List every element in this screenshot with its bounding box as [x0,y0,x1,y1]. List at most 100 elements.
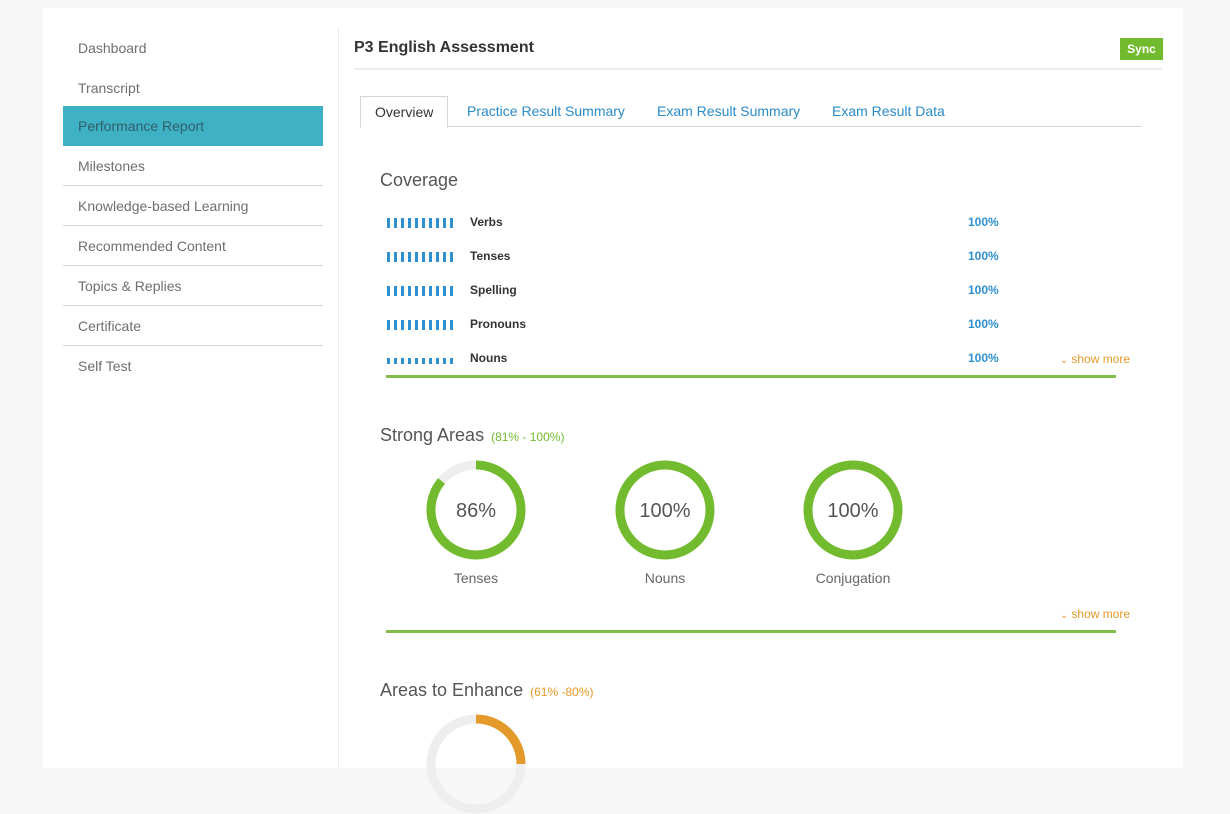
tab-overview[interactable]: Overview [360,96,449,128]
coverage-bar-tick [394,320,397,330]
coverage-bar-tick [401,320,404,330]
enhance-ring [426,714,526,814]
coverage-topic-name: Verbs [470,215,503,229]
coverage-bar-tick [436,286,439,296]
coverage-topic-name: Nouns [470,351,508,365]
coverage-bar-tick [436,218,439,228]
strong-area-ring-item: 100% Nouns [610,460,720,586]
coverage-row: Nouns 100% [387,351,1007,371]
coverage-bar-tick [450,252,453,262]
coverage-topic-percent: 100% [968,215,999,229]
coverage-bar-tick [401,218,404,228]
coverage-bar-tick [401,358,404,364]
coverage-title: Coverage [380,170,459,190]
tab-practice-result-summary[interactable]: Practice Result Summary [467,96,625,127]
ring-progress [475,714,526,765]
ring-label: Tenses [453,570,499,586]
strong-areas-show-more[interactable]: ⌄ show more [1060,607,1130,621]
strong-area-ring-item: 86% Tenses [421,460,531,586]
show-more-label: show more [1071,607,1131,621]
coverage-row: Verbs 100% [387,215,1007,235]
coverage-bar-tick [443,252,446,262]
sidebar-item-transcript[interactable]: Transcript [63,68,323,106]
sidebar-item-knowledge-based-learning[interactable]: Knowledge-based Learning [63,186,323,226]
page-title: P3 English Assessment [354,39,534,56]
coverage-bar-tick [394,286,397,296]
strong-areas-heading: Strong Areas [380,425,485,445]
enhance-areas-heading: Areas to Enhance [380,680,524,700]
coverage-bar-tick [429,218,432,228]
show-more-label: show more [1071,352,1131,366]
coverage-show-more[interactable]: ⌄ show more [1060,352,1130,366]
coverage-bar-tick [436,252,439,262]
sidebar-item-topics-replies[interactable]: Topics & Replies [63,266,323,306]
strong-areas-range: (81% - 100%) [491,430,565,444]
title-divider [354,68,1162,70]
strong-areas-divider [386,630,1116,633]
coverage-bar-icon [387,354,457,364]
coverage-bar-tick [422,358,425,364]
strong-areas-title: Strong Areas (81% - 100%) [380,425,564,446]
tab-exam-result-data[interactable]: Exam Result Data [832,96,945,127]
coverage-bar-tick [408,252,411,262]
sidebar-nav: Dashboard Transcript Performance Report … [63,28,323,386]
coverage-bar-tick [408,358,411,364]
strong-area-ring-item: 100% Conjugation [798,460,908,586]
coverage-bar-tick [436,358,439,364]
coverage-bar-tick [429,358,432,364]
sync-button[interactable]: Sync [1120,38,1163,60]
coverage-bar-tick [394,358,397,364]
tab-bar: Overview Practice Result Summary Exam Re… [360,96,1142,128]
coverage-topic-percent: 100% [968,317,999,331]
coverage-bar-tick [429,286,432,296]
sidebar-item-recommended-content[interactable]: Recommended Content [63,226,323,266]
coverage-bar-tick [401,286,404,296]
coverage-topic-name: Spelling [470,283,517,297]
coverage-bar-tick [415,218,418,228]
sidebar-item-certificate[interactable]: Certificate [63,306,323,346]
coverage-bar-tick [422,320,425,330]
coverage-bar-tick [387,252,390,262]
progress-ring: 100% [615,460,715,560]
coverage-bar-tick [387,286,390,296]
coverage-topic-name: Tenses [470,249,511,263]
coverage-topic-name: Pronouns [470,317,526,331]
coverage-bar-tick [387,358,390,364]
coverage-bar-tick [387,320,390,330]
coverage-bar-tick [387,218,390,228]
coverage-bar-tick [450,286,453,296]
coverage-bar-tick [394,218,397,228]
coverage-bar-tick [415,286,418,296]
ring-label: Nouns [644,570,686,586]
coverage-bar-tick [415,358,418,364]
coverage-bar-tick [401,252,404,262]
coverage-bar-tick [422,286,425,296]
coverage-bar-tick [450,320,453,330]
coverage-topic-percent: 100% [968,249,999,263]
coverage-topic-percent: 100% [968,283,999,297]
sidebar-item-milestones[interactable]: Milestones [63,146,323,186]
chevron-down-icon: ⌄ [1060,610,1069,621]
coverage-bar-icon [387,252,457,262]
chevron-down-icon: ⌄ [1060,355,1069,366]
coverage-bar-tick [422,252,425,262]
coverage-bar-tick [415,320,418,330]
coverage-bar-tick [443,218,446,228]
sidebar-item-dashboard[interactable]: Dashboard [63,28,323,68]
coverage-bar-icon [387,286,457,296]
coverage-bar-tick [408,320,411,330]
ring-percent-text: 100% [827,500,878,522]
coverage-topic-percent: 100% [968,351,999,365]
sidebar-item-performance-report[interactable]: Performance Report [63,106,323,146]
coverage-bar-tick [450,358,453,364]
coverage-bar-tick [443,286,446,296]
coverage-bar-tick [422,218,425,228]
coverage-bar-tick [443,358,446,364]
ring-label: Conjugation [815,570,891,586]
tab-exam-result-summary[interactable]: Exam Result Summary [657,96,800,127]
sidebar-item-self-test[interactable]: Self Test [63,346,323,386]
coverage-bar-tick [429,320,432,330]
progress-ring: 86% [426,460,526,560]
enhance-areas-range: (61% -80%) [530,685,594,699]
coverage-bar-tick [408,218,411,228]
